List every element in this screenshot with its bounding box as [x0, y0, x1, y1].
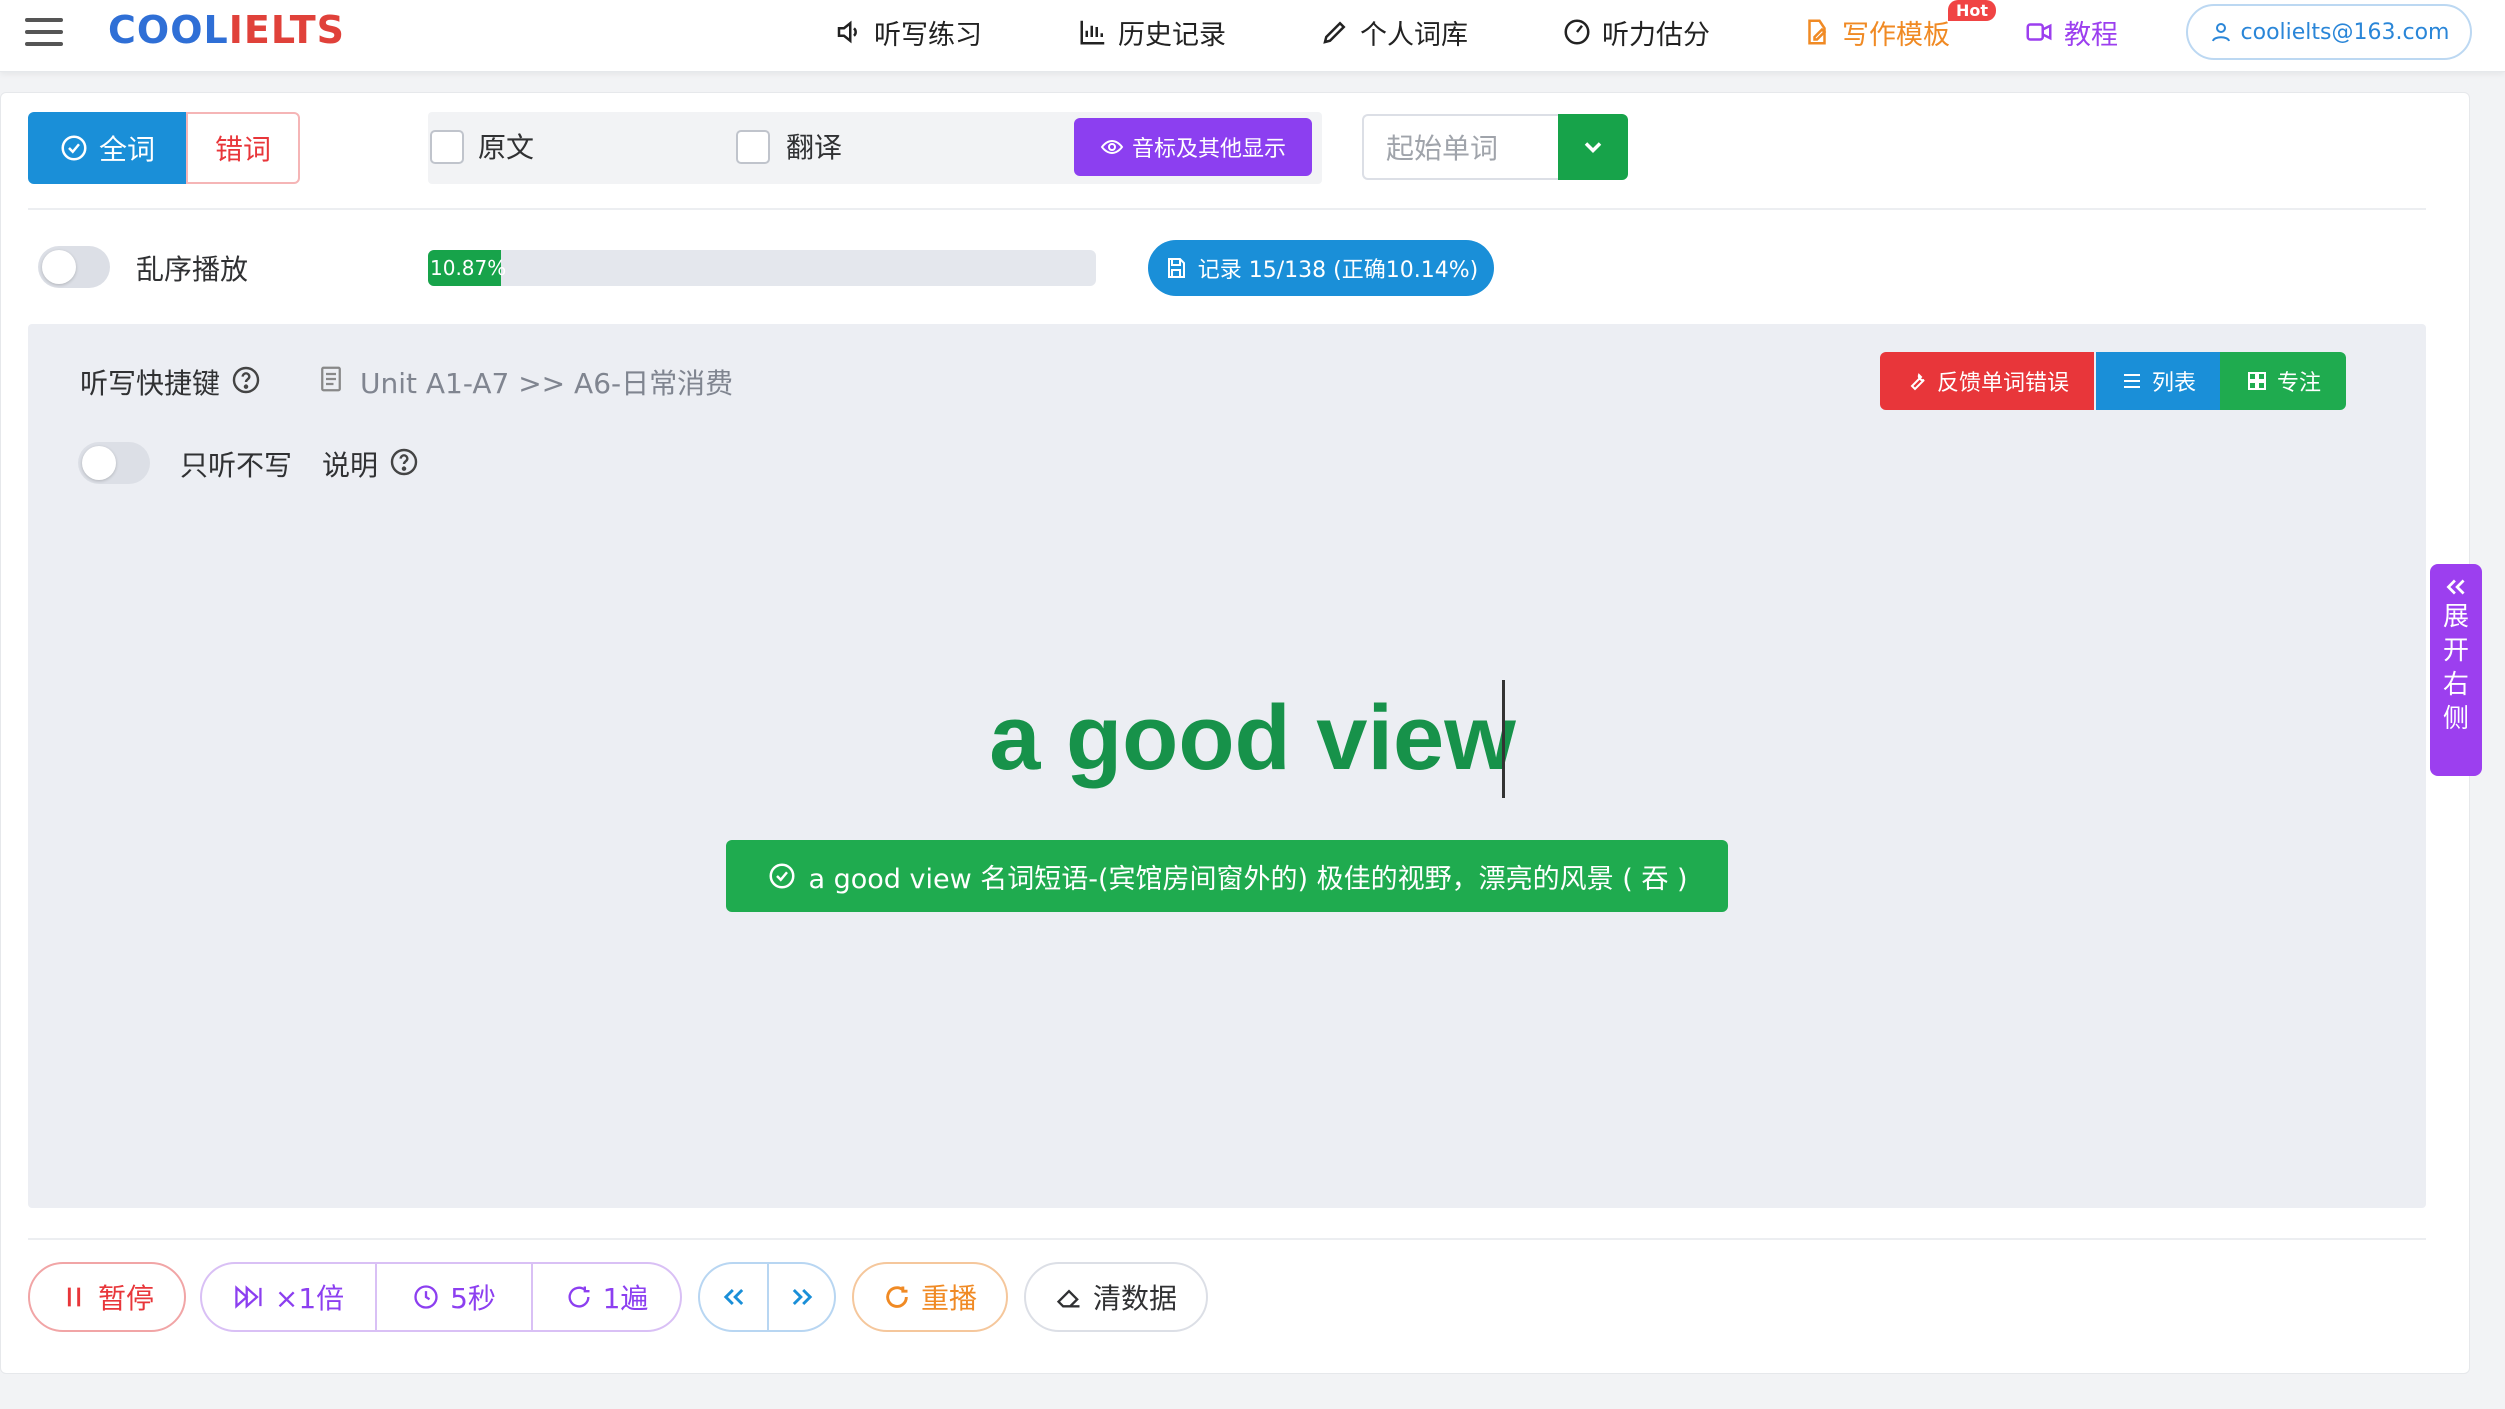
- focus-button[interactable]: 专注: [2220, 352, 2346, 410]
- speaker-icon: [837, 20, 857, 44]
- edit-doc-icon: [1808, 19, 1827, 45]
- double-chevron-right-icon: [792, 1288, 812, 1306]
- document-icon: [321, 366, 341, 392]
- video-icon: [2026, 23, 2052, 41]
- start-word-input[interactable]: 起始单词: [1362, 114, 1558, 180]
- eye-icon: [1100, 139, 1124, 155]
- list-button[interactable]: 列表: [2096, 352, 2220, 410]
- help-icon[interactable]: [388, 446, 420, 478]
- breadcrumb: Unit A1-A7 >> A6-日常消费: [360, 367, 734, 400]
- wrench-icon: [1910, 373, 1925, 391]
- replay-icon: [886, 1286, 908, 1308]
- progress-fill: 10.87%: [428, 250, 506, 286]
- nav-tutorial[interactable]: 教程: [2024, 0, 2118, 64]
- menu-icon[interactable]: [25, 18, 63, 46]
- listen-only-label: 只听不写: [180, 449, 293, 482]
- check-circle-icon: [769, 863, 794, 889]
- pause-button[interactable]: 暂停: [28, 1262, 186, 1332]
- list-icon: [2123, 374, 2140, 388]
- translation-checkbox[interactable]: [736, 130, 770, 164]
- check-circle-icon: [61, 135, 87, 161]
- divider: [28, 1238, 2426, 1240]
- hot-badge: Hot: [1948, 0, 1997, 21]
- nav-dictation-practice[interactable]: 听写练习: [834, 0, 982, 64]
- user-icon: [2211, 23, 2230, 42]
- mode-all-button[interactable]: 全词: [28, 112, 186, 184]
- previous-word-button[interactable]: [698, 1262, 768, 1332]
- gauge-icon: [1564, 19, 1590, 45]
- original-checkbox[interactable]: [430, 130, 464, 164]
- progress-bar: 10.87%: [428, 250, 1096, 286]
- bar-chart-icon: [1080, 20, 1105, 45]
- repeat-button[interactable]: 1遍: [532, 1262, 682, 1332]
- chevron-down-icon: [1584, 142, 1602, 153]
- definition-banner: a good view 名词短语-(宾馆房间窗外的) 极佳的视野，漂亮的风景 (…: [726, 840, 1728, 912]
- listen-only-toggle[interactable]: [78, 442, 150, 484]
- interval-button[interactable]: 5秒: [376, 1262, 532, 1332]
- original-label: 原文: [478, 131, 535, 164]
- mode-wrong-button[interactable]: 错词: [186, 112, 300, 184]
- next-word-button[interactable]: [768, 1262, 836, 1332]
- nav-history[interactable]: 历史记录: [1078, 0, 1226, 64]
- double-chevron-left-icon: [2446, 579, 2465, 595]
- skip-forward-icon: [235, 1285, 262, 1309]
- speed-button[interactable]: ×1倍: [200, 1262, 376, 1332]
- current-word[interactable]: a good view: [0, 686, 2505, 791]
- feedback-word-error-button[interactable]: 反馈单词错误: [1880, 352, 2094, 410]
- logo[interactable]: COOLIELTS: [108, 8, 345, 52]
- divider: [28, 208, 2426, 210]
- shuffle-toggle[interactable]: [38, 246, 110, 288]
- expand-right-tab[interactable]: 展 开 右 侧: [2430, 564, 2482, 776]
- nav-listening-score[interactable]: 听力估分: [1562, 0, 1710, 64]
- grid-icon: [2247, 372, 2266, 390]
- clear-data-button[interactable]: 清数据: [1024, 1262, 1208, 1332]
- eraser-icon: [1056, 1289, 1080, 1308]
- top-navbar: COOLIELTS 听写练习 历史记录 个人词库 听力估分 写作模板 Hot 教…: [0, 0, 2505, 72]
- clock-icon: [414, 1285, 438, 1309]
- nav-writing-templates[interactable]: 写作模板: [1802, 0, 1950, 64]
- shuffle-label: 乱序播放: [136, 253, 249, 286]
- replay-button[interactable]: 重播: [852, 1262, 1008, 1332]
- pencil-icon: [1323, 21, 1346, 44]
- save-icon: [1167, 258, 1185, 278]
- translation-label: 翻译: [786, 131, 843, 164]
- start-word-dropdown[interactable]: [1558, 114, 1628, 180]
- double-chevron-left-icon: [723, 1288, 743, 1306]
- record-button[interactable]: 记录 15/138 (正确10.14%): [1148, 240, 1494, 296]
- phonetic-display-button[interactable]: 音标及其他显示: [1074, 118, 1312, 176]
- refresh-icon: [568, 1286, 590, 1308]
- user-account-button[interactable]: coolielts@163.com: [2186, 4, 2472, 60]
- text-cursor: [1502, 680, 1505, 798]
- pause-icon: [67, 1287, 81, 1307]
- shortcuts-label: 听写快捷键: [80, 367, 221, 400]
- help-icon[interactable]: [230, 364, 262, 396]
- explain-label: 说明: [322, 449, 379, 482]
- nav-personal-vocab[interactable]: 个人词库: [1320, 0, 1468, 64]
